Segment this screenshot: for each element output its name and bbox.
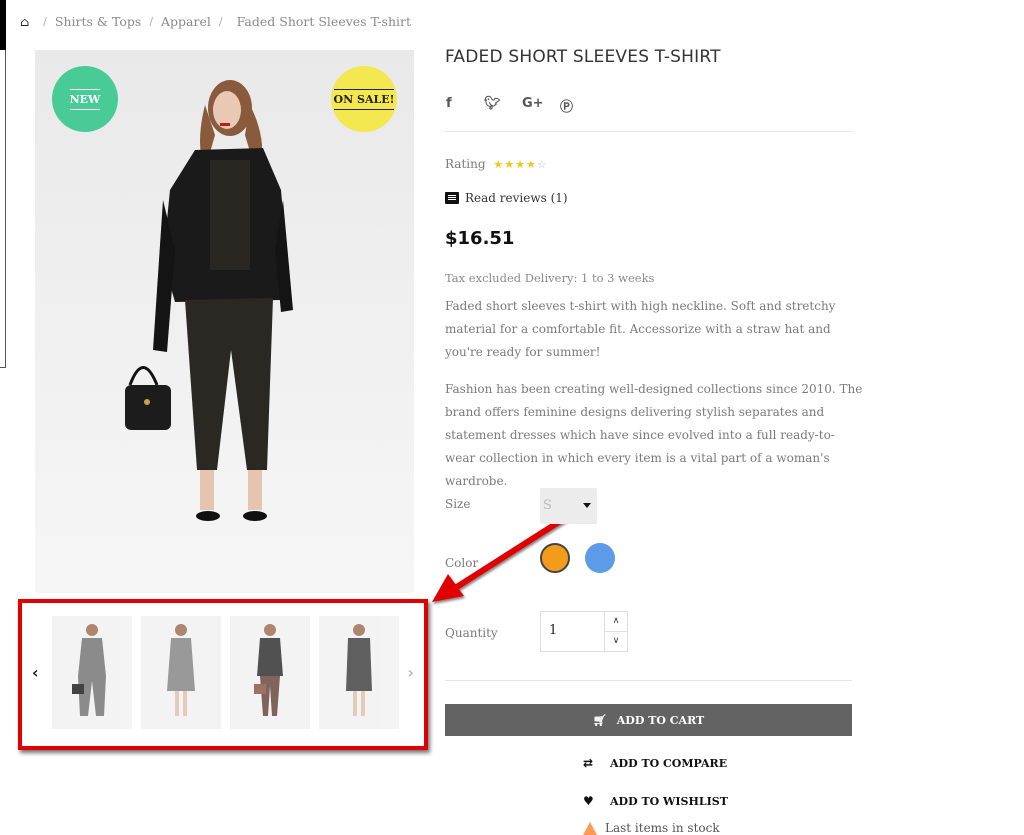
thumbnail-3[interactable] (230, 616, 310, 729)
breadcrumb-separator: / (218, 15, 223, 28)
star-filled-icon: ★ (504, 158, 516, 171)
product-rating: Rating ★★★★☆ (445, 157, 548, 171)
quantity-label: Quantity (445, 626, 498, 640)
thumbnail-1[interactable] (52, 616, 132, 729)
color-label: Color (445, 556, 479, 570)
quantity-spinner: ∧ ∨ (604, 612, 627, 651)
product-description-1: Faded short sleeves t-shirt with high ne… (445, 299, 836, 359)
star-filled-icon: ★ (493, 158, 505, 171)
quantity-input[interactable]: 1 (549, 623, 557, 638)
size-selected-value: S (543, 498, 552, 513)
heart-icon: ♥ (583, 794, 594, 808)
thumbnail-1-image (72, 624, 106, 716)
read-reviews-link[interactable]: Read reviews (1) (445, 191, 568, 205)
color-swatch-orange[interactable] (540, 543, 570, 573)
tax-delivery-info: Tax excluded Delivery: 1 to 3 weeks (445, 271, 655, 285)
social-share: f 🐦︎ G+ Ⓟ (446, 96, 598, 115)
product-price: $16.51 (445, 228, 515, 249)
add-to-cart-button[interactable]: 🛒︎ ADD TO CART (445, 704, 852, 736)
thumbnail-prev-button[interactable]: ‹ (32, 663, 39, 682)
breadcrumb-apparel[interactable]: Apparel (161, 14, 211, 29)
thumbnail-3-image (254, 624, 283, 716)
facebook-icon[interactable]: f (446, 96, 484, 115)
quantity-decrease-button[interactable]: ∨ (605, 632, 627, 651)
home-icon[interactable]: ⌂ (20, 15, 29, 29)
star-empty-icon: ☆ (536, 158, 548, 171)
add-to-cart-label: ADD TO CART (616, 713, 705, 727)
product-title: FADED SHORT SLEEVES T-SHIRT (445, 47, 721, 67)
size-select[interactable]: S (540, 488, 597, 524)
rating-stars: ★★★★☆ (493, 158, 547, 171)
quantity-increase-button[interactable]: ∧ (605, 612, 627, 632)
read-reviews-label: Read reviews (1) (465, 191, 568, 205)
breadcrumb: ⌂ / Shirts & Tops / Apparel / Faded Shor… (20, 14, 411, 29)
compare-icon: ⇄ (583, 756, 594, 770)
star-filled-icon: ★ (526, 158, 537, 171)
cart-icon: 🛒︎ (592, 713, 607, 727)
breadcrumb-separator: / (43, 15, 47, 28)
breadcrumb-current: Faded Short Sleeves T-shirt (236, 14, 411, 29)
rating-label: Rating (445, 157, 486, 171)
pinterest-icon[interactable]: Ⓟ (560, 96, 598, 115)
divider (445, 680, 852, 681)
thumbnail-4[interactable] (319, 616, 399, 729)
star-filled-icon: ★ (515, 158, 526, 171)
thumbnail-2-image (167, 624, 195, 716)
new-badge: NEW (52, 66, 118, 132)
comment-icon (445, 192, 459, 204)
on-sale-badge: ON SALE! (331, 66, 397, 132)
thumbnail-2[interactable] (141, 616, 221, 729)
on-sale-badge-label: ON SALE! (333, 88, 395, 110)
new-badge-label: NEW (69, 88, 101, 110)
color-swatch-blue[interactable] (585, 543, 615, 573)
divider (445, 131, 852, 132)
add-to-wishlist-button[interactable]: ♥ ADD TO WISHLIST (583, 794, 728, 808)
add-to-compare-label: ADD TO COMPARE (610, 756, 728, 770)
google-plus-icon[interactable]: G+ (522, 96, 560, 115)
size-label: Size (445, 497, 471, 511)
thumbnail-4-image (346, 624, 372, 716)
breadcrumb-shirts-tops[interactable]: Shirts & Tops (55, 14, 141, 29)
left-edge-block (0, 0, 6, 50)
breadcrumb-separator: / (149, 15, 154, 28)
product-main-image[interactable]: NEW ON SALE! (35, 50, 414, 593)
twitter-icon[interactable]: 🐦︎ (484, 96, 522, 115)
thumbnail-carousel: ‹ › (18, 599, 428, 750)
add-to-wishlist-label: ADD TO WISHLIST (610, 794, 728, 808)
caret-down-icon (583, 503, 591, 508)
add-to-compare-button[interactable]: ⇄ ADD TO COMPARE (583, 756, 727, 770)
left-edge-panel (0, 0, 6, 368)
product-description-2: Fashion has been creating well-designed … (445, 382, 863, 488)
thumbnail-next-button[interactable]: › (407, 663, 414, 682)
quantity-stepper[interactable]: 1 ∧ ∨ (540, 611, 628, 652)
